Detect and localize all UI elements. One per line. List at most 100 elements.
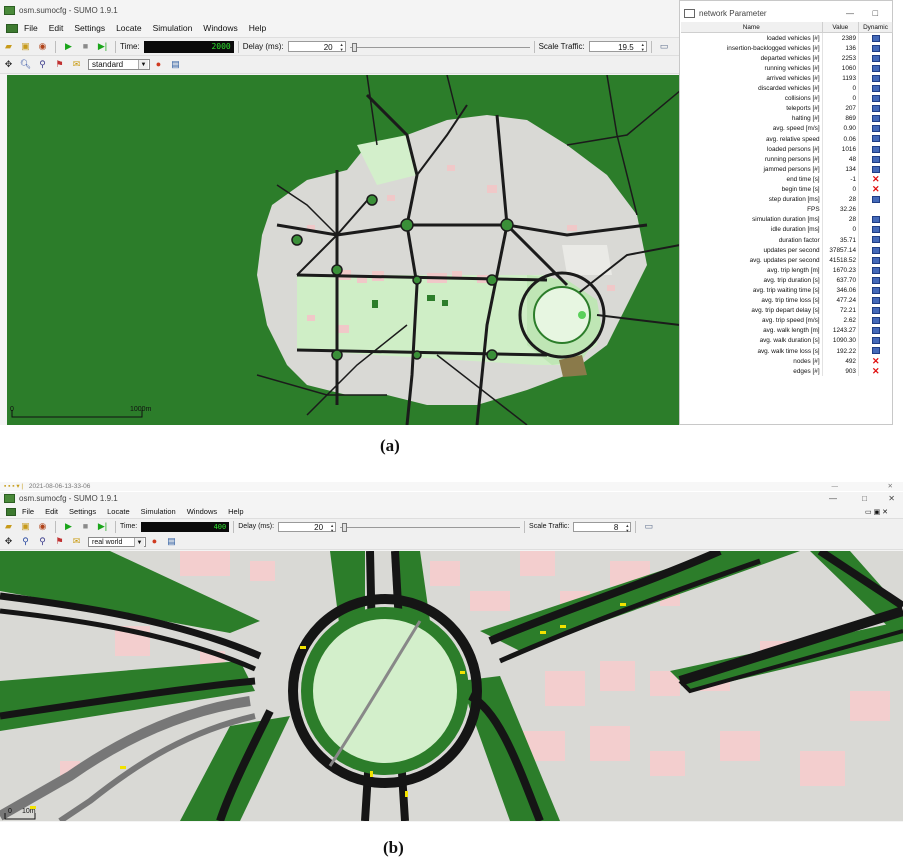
plot-icon[interactable] [871,34,880,42]
plot-icon[interactable] [871,165,880,173]
slider-thumb[interactable] [342,522,348,532]
plot-icon[interactable] [871,105,880,113]
step-icon[interactable]: ▶| [96,521,109,532]
table-row[interactable]: running vehicles [#] 1060 [681,63,893,74]
table-row[interactable]: FPS 32.26 [681,204,893,215]
table-row[interactable]: halting [#] 869 [681,113,893,124]
table-row[interactable]: loaded persons [#] 1016 [681,144,893,155]
menu-simulation-a[interactable]: Simulation [153,23,193,33]
table-row[interactable]: running persons [#] 48 [681,154,893,165]
table-row[interactable]: avg. speed [m/s] 0.90 [681,123,893,135]
vehicle-locate-icon[interactable]: ⚲ [36,536,49,547]
plot-icon[interactable] [871,115,880,123]
table-row[interactable]: end time [s] -1 ✕ [681,174,893,185]
menu-settings-a[interactable]: Settings [74,23,105,33]
plot-icon[interactable] [871,256,880,264]
table-row[interactable]: edges [#] 903 ✕ [681,366,893,377]
color-wheel-icon[interactable]: ● [148,536,161,547]
table-row[interactable]: avg. trip length [m] 1670.23 [681,265,893,276]
plot-icon[interactable] [871,236,880,244]
slider-thumb[interactable] [351,42,357,52]
delay-slider-a[interactable] [349,41,530,53]
table-row[interactable]: avg. trip time loss [s] 477.24 [681,295,893,306]
plot-icon[interactable] [871,85,880,93]
open-icon[interactable]: ▰ [2,41,15,52]
table-row[interactable]: idle duration [ms] 0 [681,224,893,235]
plot-icon[interactable] [871,44,880,52]
minimize-button-b[interactable]: — [829,494,837,503]
step-icon[interactable]: ▶| [96,41,109,52]
network-view-b[interactable] [0,551,903,821]
menu-file-b[interactable]: File [22,507,34,516]
stop-icon[interactable]: ■ [79,41,92,52]
screenshot-icon[interactable]: ▤ [169,59,182,70]
view-scheme-select-b[interactable]: real world [88,536,146,547]
plot-icon[interactable] [871,95,880,103]
scale-spinner-b[interactable]: 8 [573,521,632,533]
taskbar-minimize[interactable]: — [832,482,839,491]
plot-icon[interactable] [871,155,880,163]
plot-icon[interactable] [871,266,880,274]
plot-icon[interactable] [871,296,880,304]
table-row[interactable]: avg. walk length [m] 1243.27 [681,325,893,336]
close-button-b[interactable]: ✕ [888,494,895,503]
menu-locate-b[interactable]: Locate [107,507,130,516]
plot-icon[interactable] [871,327,880,335]
delay-slider-b[interactable] [340,521,521,533]
plot-icon[interactable] [871,145,880,153]
plot-icon[interactable] [871,347,880,355]
col-dynamic-header[interactable]: Dynamic [858,22,893,34]
table-row[interactable]: simulation duration [ms] 28 [681,214,893,225]
plot-icon[interactable] [871,64,880,72]
col-name-header[interactable]: Name [681,22,823,34]
delay-spinner-a[interactable]: 20 [287,41,346,52]
menu-locate-a[interactable]: Locate [116,23,142,33]
plot-icon[interactable] [871,226,880,234]
plot-icon[interactable] [871,276,880,284]
view-scheme-select-a[interactable]: standard [88,59,150,70]
menu-edit-b[interactable]: Edit [45,507,58,516]
maximize-button[interactable]: □ [873,8,878,18]
new-view-icon[interactable]: ▭ [642,521,655,532]
menu-file-a[interactable]: File [24,23,38,33]
zoom-icon[interactable]: 🔍︎ [19,59,32,70]
plot-icon[interactable] [871,216,880,224]
play-icon[interactable]: ▶ [62,41,75,52]
table-row[interactable]: departed vehicles [#] 2253 [681,53,893,64]
lock-icon[interactable]: ⚑ [53,59,66,70]
menu-edit-a[interactable]: Edit [49,23,64,33]
play-icon[interactable]: ▶ [62,521,75,532]
taskbar-close[interactable]: ✕ [888,482,893,491]
table-row[interactable]: avg. walk time loss [s] 192.22 [681,346,893,357]
minimize-button[interactable]: — [846,9,854,18]
locate-icon[interactable]: ✥ [2,536,15,547]
table-row[interactable]: updates per second 37857.14 [681,245,893,256]
menu-help-a[interactable]: Help [249,23,266,33]
table-row[interactable]: avg. walk duration [s] 1090.30 [681,335,893,346]
table-row[interactable]: discarded vehicles [#] 0 [681,83,893,94]
menu-help-b[interactable]: Help [228,507,243,516]
screenshot-icon[interactable]: ▤ [165,536,178,547]
zoom-icon[interactable]: ⚲ [19,536,32,547]
plot-icon[interactable] [871,246,880,254]
plot-icon[interactable] [871,317,880,325]
new-view-icon[interactable]: ▭ [658,41,671,52]
network-view-a[interactable] [7,75,680,425]
vehicle-locate-icon[interactable]: ⚲ [36,59,49,70]
plot-icon[interactable] [871,307,880,315]
table-row[interactable]: avg. updates per second 41518.52 [681,255,893,266]
table-row[interactable]: arrived vehicles [#] 1193 [681,73,893,84]
delay-spinner-b[interactable]: 20 [278,521,337,533]
plot-icon[interactable] [871,74,880,82]
plot-icon[interactable] [871,54,880,62]
table-row[interactable]: begin time [s] 0 ✕ [681,184,893,195]
maximize-button-b[interactable]: □ [862,494,867,503]
stop-icon[interactable]: ■ [79,521,92,532]
table-row[interactable]: avg. trip waiting time [s] 346.06 [681,285,893,296]
color-wheel-icon[interactable]: ● [152,59,165,70]
menu-simulation-b[interactable]: Simulation [141,507,176,516]
table-row[interactable]: jammed persons [#] 134 [681,164,893,175]
table-row[interactable]: insertion-backlogged vehicles [#] 136 [681,43,893,54]
speech-icon[interactable]: ✉ [70,536,83,547]
reload-icon[interactable]: ▣ [19,41,32,52]
